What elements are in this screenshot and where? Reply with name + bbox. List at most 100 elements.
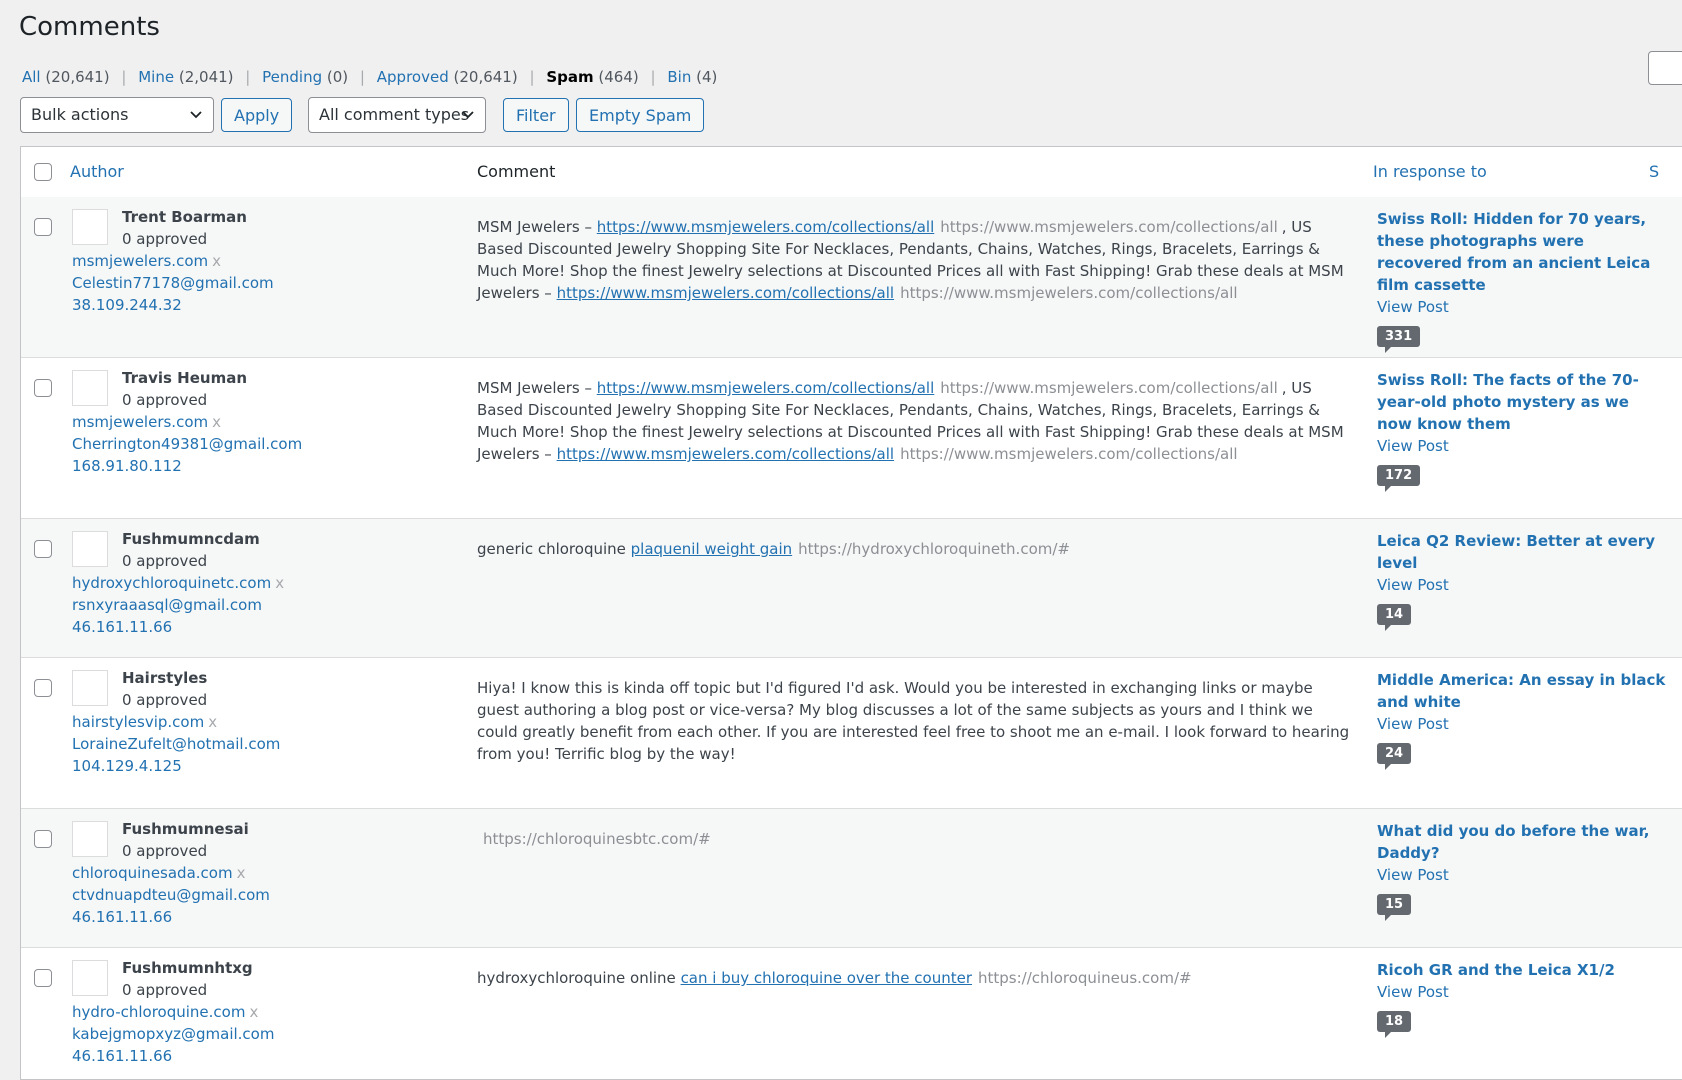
comment-count-bubble[interactable]: 15 [1377,894,1412,921]
author-approved-count: 0 approved [122,230,208,248]
column-in-response-to-sort[interactable]: In response to [1373,162,1487,181]
filter-all[interactable]: All [22,68,41,86]
comment-link[interactable]: https://www.msmjewelers.com/collections/… [597,218,935,236]
separator: | [529,68,535,86]
author-approved-count: 0 approved [122,981,208,999]
author-ip-link[interactable]: 46.161.11.66 [72,908,172,926]
filter-bin[interactable]: Bin [667,68,691,86]
author-site-link[interactable]: hydro-chloroquine.com [72,1003,245,1021]
select-all-checkbox[interactable] [34,163,52,181]
separator: | [121,68,127,86]
comment-count-bubble[interactable]: 24 [1377,743,1412,770]
author-name: Fushmumnesai [122,820,249,838]
author-site-link[interactable]: msmjewelers.com [72,252,208,270]
comment-count-bubble[interactable]: 14 [1377,604,1412,631]
search-input[interactable] [1648,51,1682,85]
view-post-link[interactable]: View Post [1377,437,1449,455]
post-title-link[interactable]: Ricoh GR and the Leica X1/2 [1377,961,1615,979]
view-post-link[interactable]: View Post [1377,715,1449,733]
in-response-to: Middle America: An essay in black and wh… [1377,669,1667,770]
table-row: Trent Boarman 0 approved msmjewelers.com… [21,197,1682,358]
filter-approved[interactable]: Approved [377,68,449,86]
row-checkbox[interactable] [34,830,52,848]
comment-text: hydroxychloroquine online can i buy chlo… [477,967,1355,989]
comments-table: Author Comment In response to S Trent Bo… [20,146,1682,1080]
table-row: Fushmumncdam 0 approved hydroxychloroqui… [21,519,1682,658]
author-ip-link[interactable]: 46.161.11.66 [72,618,172,636]
view-post-link[interactable]: View Post [1377,298,1449,316]
remove-url-icon[interactable]: x [212,252,221,270]
author-email-link[interactable]: LoraineZufelt@hotmail.com [72,735,280,753]
author-ip-link[interactable]: 38.109.244.32 [72,296,182,314]
post-title-link[interactable]: Middle America: An essay in black and wh… [1377,671,1665,711]
row-checkbox[interactable] [34,379,52,397]
comment-link-url: https://chloroquineus.com/# [978,969,1192,987]
remove-url-icon[interactable]: x [212,413,221,431]
comment-link[interactable]: https://www.msmjewelers.com/collections/… [597,379,935,397]
filter-button[interactable]: Filter [503,98,569,132]
remove-url-icon[interactable]: x [249,1003,258,1021]
filter-spam-current[interactable]: Spam [546,68,593,86]
bulk-actions-select[interactable]: Bulk actions [20,97,214,133]
comment-count-bubble[interactable]: 331 [1377,326,1421,353]
author-email-link[interactable]: kabejgmopxyz@gmail.com [72,1025,274,1043]
row-checkbox[interactable] [34,540,52,558]
author-ip-link[interactable]: 104.129.4.125 [72,757,182,775]
author-site-link[interactable]: hairstylesvip.com [72,713,204,731]
in-response-to: What did you do before the war, Daddy? V… [1377,820,1667,921]
remove-url-icon[interactable]: x [275,574,284,592]
comment-body: generic chloroquine [477,540,631,558]
comment-link[interactable]: https://www.msmjewelers.com/collections/… [557,284,895,302]
row-checkbox[interactable] [34,679,52,697]
author-email-link[interactable]: Cherrington49381@gmail.com [72,435,302,453]
comment-count-bubble[interactable]: 172 [1377,465,1421,492]
separator: | [359,68,365,86]
avatar [72,821,108,857]
author-email-link[interactable]: rsnxyraaasql@gmail.com [72,596,262,614]
remove-url-icon[interactable]: x [208,713,217,731]
post-title-link[interactable]: Swiss Roll: The facts of the 70-year-old… [1377,371,1639,433]
comment-link-url: https://www.msmjewelers.com/collections/… [900,445,1238,463]
author-email-link[interactable]: Celestin77178@gmail.com [72,274,274,292]
comment-link-url: https://www.msmjewelers.com/collections/… [940,379,1278,397]
remove-url-icon[interactable]: x [237,864,246,882]
filter-spam-count: (464) [598,68,639,86]
view-post-link[interactable]: View Post [1377,576,1449,594]
post-title-link[interactable]: What did you do before the war, Daddy? [1377,822,1649,862]
avatar [72,370,108,406]
post-title-link[interactable]: Leica Q2 Review: Better at every level [1377,532,1655,572]
author-ip-link[interactable]: 168.91.80.112 [72,457,182,475]
view-post-link[interactable]: View Post [1377,866,1449,884]
avatar [72,531,108,567]
author-site-link[interactable]: msmjewelers.com [72,413,208,431]
author-email-link[interactable]: ctvdnuapdteu@gmail.com [72,886,270,904]
comment-body: Hiya! I know this is kinda off topic but… [477,679,1350,763]
filter-pending[interactable]: Pending [262,68,322,86]
author-site-link[interactable]: chloroquinesada.com [72,864,233,882]
comment-count-bubble[interactable]: 18 [1377,1011,1412,1038]
page-title: Comments [19,12,160,42]
view-post-link[interactable]: View Post [1377,983,1449,1001]
table-header: Author Comment In response to S [21,147,1682,198]
comment-link[interactable]: plaquenil weight gain [631,540,792,558]
row-checkbox[interactable] [34,969,52,987]
column-author-sort[interactable]: Author [70,162,124,181]
comment-link[interactable]: https://www.msmjewelers.com/collections/… [557,445,895,463]
filter-all-count: (20,641) [45,68,110,86]
comment-link[interactable]: can i buy chloroquine over the counter [681,969,972,987]
column-submitted-sort[interactable]: S [1649,162,1659,181]
row-checkbox[interactable] [34,218,52,236]
author-name: Travis Heuman [122,369,248,387]
in-response-to: Leica Q2 Review: Better at every level V… [1377,530,1667,631]
filter-mine[interactable]: Mine [138,68,174,86]
table-row: Fushmumnesai 0 approved chloroquinesada.… [21,809,1682,948]
author-approved-count: 0 approved [122,552,208,570]
avatar [72,209,108,245]
comment-type-select[interactable]: All comment types [308,97,486,133]
author-ip-link[interactable]: 46.161.11.66 [72,1047,172,1065]
post-title-link[interactable]: Swiss Roll: Hidden for 70 years, these p… [1377,210,1650,294]
empty-spam-button[interactable]: Empty Spam [576,98,705,132]
apply-button[interactable]: Apply [221,98,293,132]
author-site-link[interactable]: hydroxychloroquinetc.com [72,574,271,592]
avatar [72,670,108,706]
